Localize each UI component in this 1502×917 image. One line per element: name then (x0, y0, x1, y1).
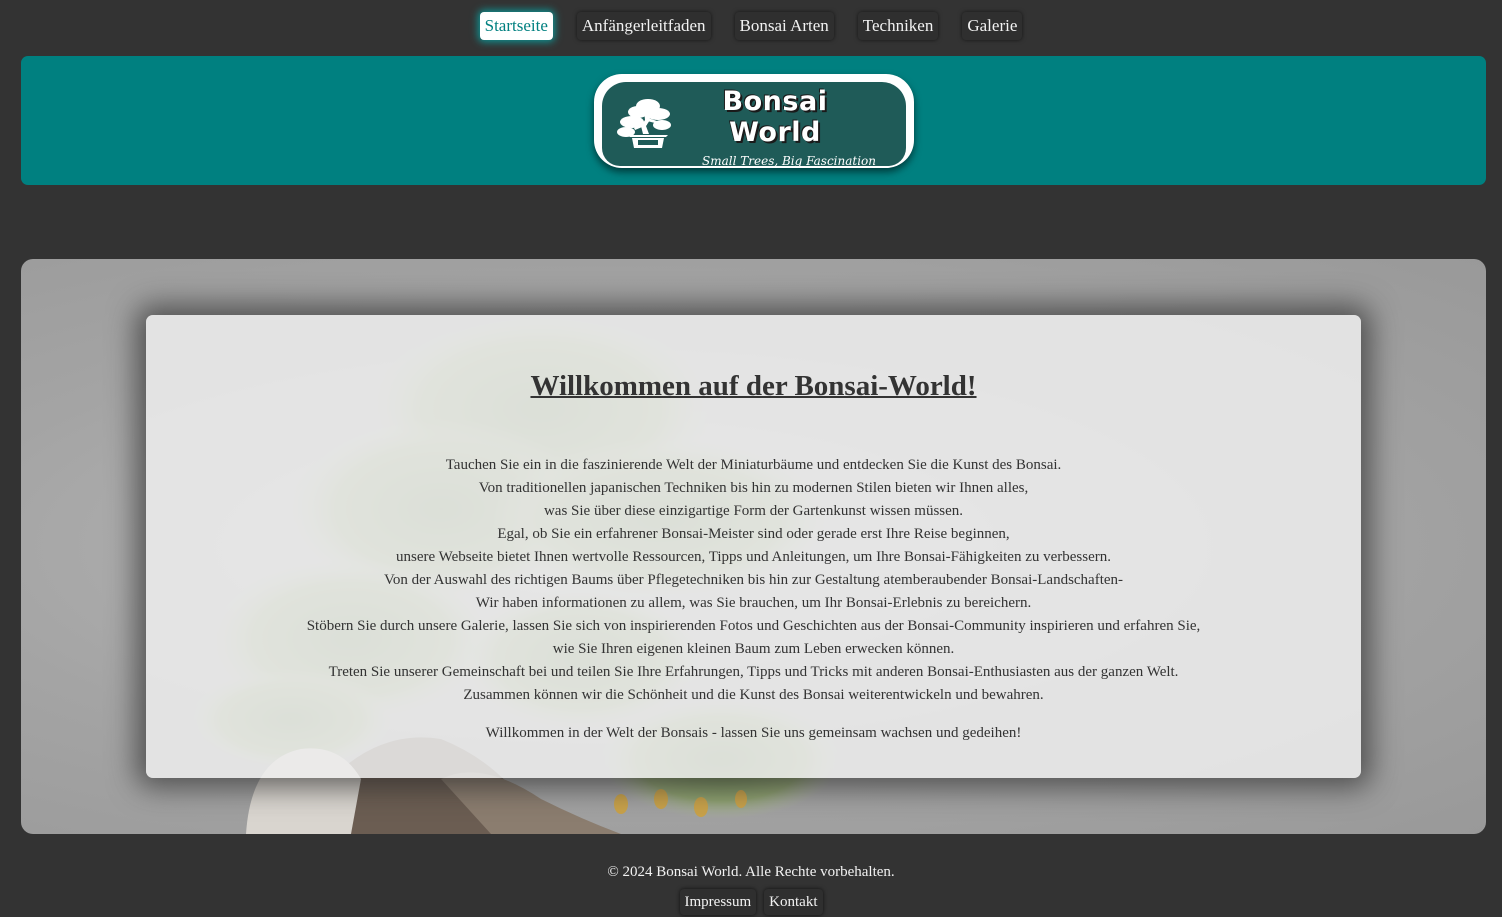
welcome-text: Tauchen Sie ein in die faszinierende Wel… (146, 454, 1361, 707)
site-logo[interactable]: Bonsai World Small Trees, Big Fascinatio… (594, 74, 914, 168)
welcome-text-line: Zusammen können wir die Schönheit und di… (463, 687, 1044, 703)
nav-bonsai-arten[interactable]: Bonsai Arten (734, 12, 834, 40)
logo-title-line1: Bonsai (722, 86, 828, 117)
kontakt-link[interactable]: Kontakt (764, 889, 823, 915)
nav-techniken[interactable]: Techniken (857, 12, 939, 40)
logo-panel: Bonsai World Small Trees, Big Fascinatio… (602, 82, 906, 168)
copyright-text: © 2024 Bonsai World. Alle Rechte vorbeha… (607, 864, 895, 880)
impressum-link[interactable]: Impressum (679, 889, 757, 915)
welcome-text-line: Von traditionellen japanischen Techniken… (478, 480, 1029, 496)
welcome-text-line: unsere Webseite bietet Ihnen wertvolle R… (395, 549, 1112, 565)
logo-title: Bonsai World (710, 86, 840, 148)
welcome-closing: Willkommen in der Welt der Bonsais - las… (485, 725, 1022, 741)
welcome-text-line: Treten Sie unserer Gemeinschaft bei und … (328, 664, 1179, 680)
welcome-text-line: Stöbern Sie durch unsere Galerie, lassen… (306, 618, 1201, 634)
welcome-text-line: Von der Auswahl des richtigen Baums über… (383, 572, 1124, 588)
nav-anfaengerleitfaden[interactable]: Anfängerleitfaden (576, 12, 711, 40)
nav-galerie[interactable]: Galerie (962, 12, 1023, 40)
logo-tagline: Small Trees, Big Fascination (702, 154, 877, 168)
main-nav: Startseite Anfängerleitfaden Bonsai Arte… (0, 12, 1502, 40)
welcome-text-line: was Sie über diese einzigartige Form der… (543, 503, 964, 519)
site-header: Bonsai World Small Trees, Big Fascinatio… (21, 56, 1486, 185)
hero-section: Willkommen auf der Bonsai-World! Tauchen… (21, 259, 1486, 834)
welcome-title: Willkommen auf der Bonsai-World! (530, 370, 977, 402)
welcome-text-line: Tauchen Sie ein in die faszinierende Wel… (445, 457, 1062, 473)
welcome-text-line: Egal, ob Sie ein erfahrener Bonsai-Meist… (497, 526, 1010, 542)
welcome-card: Willkommen auf der Bonsai-World! Tauchen… (146, 315, 1361, 778)
welcome-text-line: Wir haben informationen zu allem, was Si… (475, 595, 1032, 611)
logo-title-line2: World (729, 117, 821, 148)
footer-links: Impressum Kontakt (0, 889, 1502, 915)
nav-startseite[interactable]: Startseite (479, 12, 553, 40)
welcome-text-line: wie Sie Ihren eigenen kleinen Baum zum L… (552, 641, 955, 657)
bonsai-tree-icon (617, 99, 671, 148)
